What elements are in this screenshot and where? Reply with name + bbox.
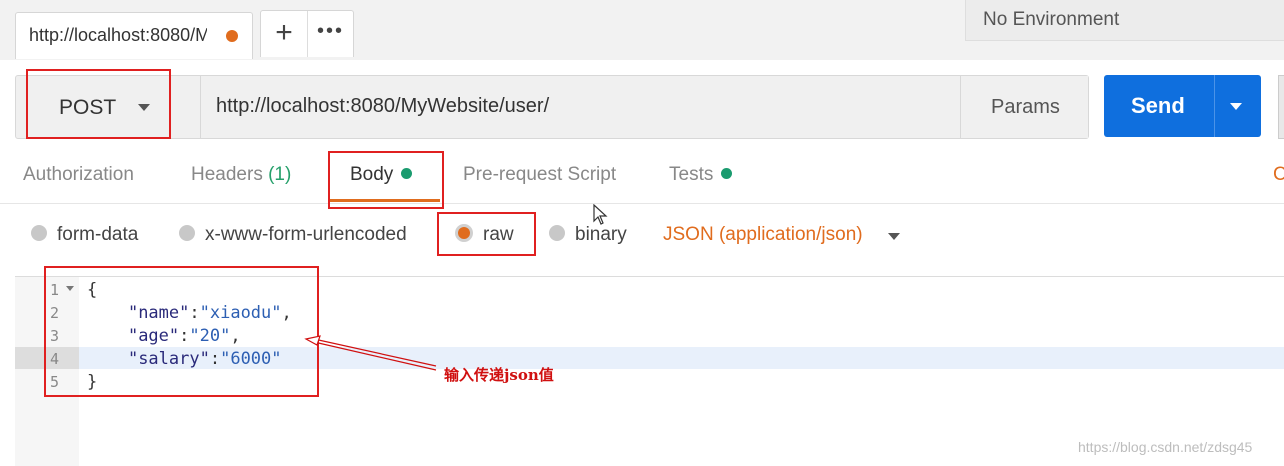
save-button[interactable]	[1278, 75, 1284, 139]
radio-form-data[interactable]: form-data	[31, 224, 138, 246]
send-options-chevron-icon[interactable]	[1230, 103, 1242, 110]
url-input[interactable]: http://localhost:8080/MyWebsite/user/	[201, 76, 959, 138]
binary-label: binary	[575, 224, 627, 245]
annotation-box-body-tab	[328, 151, 444, 209]
form-data-label: form-data	[57, 224, 139, 245]
content-type-select[interactable]: JSON (application/json)	[663, 224, 863, 246]
radio-urlencoded[interactable]: x-www-form-urlencoded	[179, 224, 407, 246]
params-label: Params	[991, 96, 1060, 118]
tab-tests-label: Tests	[669, 164, 714, 185]
urlencoded-label: x-www-form-urlencoded	[205, 224, 407, 245]
request-bar: POST http://localhost:8080/MyWebsite/use…	[15, 75, 1089, 139]
mouse-pointer-icon	[593, 204, 608, 225]
send-button[interactable]: Send	[1104, 75, 1261, 137]
tab-pre-request-script[interactable]: Pre-request Script	[463, 164, 616, 186]
params-button[interactable]: Params	[960, 76, 1088, 138]
chevron-down-icon[interactable]	[888, 233, 900, 240]
request-tab[interactable]: http://localhost:8080/MyWebsite/user/	[15, 12, 253, 59]
radio-icon	[549, 225, 565, 241]
tab-actions: + •••	[260, 10, 354, 57]
more-tabs-button[interactable]: •••	[307, 11, 353, 57]
headers-count: (1)	[268, 164, 292, 185]
tab-divider	[0, 203, 1284, 204]
tab-headers-label: Headers	[191, 164, 263, 185]
radio-icon	[31, 225, 47, 241]
unsaved-changes-dot	[226, 30, 238, 42]
tab-cookies-partial[interactable]: C	[1273, 164, 1284, 186]
tests-status-dot	[721, 168, 733, 179]
annotation-box-raw	[437, 212, 536, 256]
watermark: https://blog.csdn.net/zdsg45	[1078, 439, 1253, 455]
annotation-box-json	[44, 266, 319, 397]
send-label: Send	[1131, 93, 1185, 118]
annotation-box-method	[26, 69, 171, 139]
radio-binary[interactable]: binary	[549, 224, 627, 246]
annotation-text: 输入传递json值	[444, 366, 554, 384]
environment-label: No Environment	[983, 9, 1120, 30]
environment-select[interactable]: No Environment	[965, 0, 1284, 41]
annotation-arrow-icon	[304, 335, 437, 371]
send-divider	[1214, 75, 1215, 137]
tab-authorization[interactable]: Authorization	[23, 164, 134, 186]
tab-tests[interactable]: Tests	[669, 164, 733, 186]
radio-icon	[179, 225, 195, 241]
url-text: http://localhost:8080/MyWebsite/user/	[216, 95, 550, 117]
request-tab-label: http://localhost:8080/MyWebsite/user/	[29, 25, 207, 45]
tab-headers[interactable]: Headers (1)	[191, 164, 291, 186]
add-tab-button[interactable]: +	[261, 11, 307, 57]
